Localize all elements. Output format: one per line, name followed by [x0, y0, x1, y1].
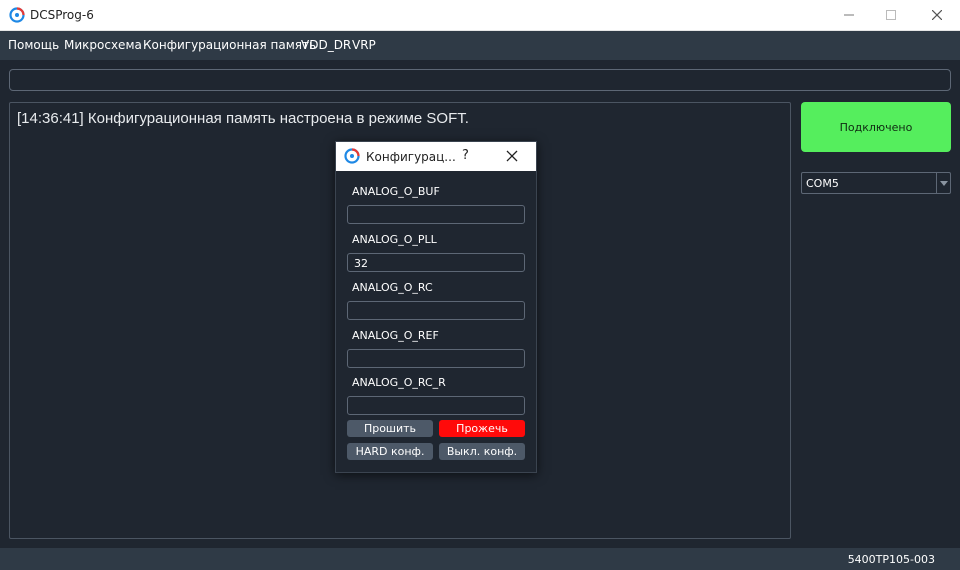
burn-button[interactable]: Прожечь: [439, 420, 525, 437]
field-label-analog-o-ref: ANALOG_O_REF: [352, 329, 439, 342]
path-input[interactable]: [9, 69, 951, 91]
chip-id-label: 5400ТР105-003: [847, 553, 935, 566]
menu-bar: Помощь Микросхема Конфигурационная памят…: [0, 31, 960, 60]
status-bar: 5400ТР105-003: [0, 548, 960, 570]
analog-o-ref-input[interactable]: [347, 349, 525, 368]
close-icon: [932, 10, 942, 20]
hard-config-button[interactable]: HARD конф.: [347, 443, 433, 460]
config-off-button[interactable]: Выкл. конф.: [439, 443, 525, 460]
app-logo-icon: [344, 148, 360, 164]
dialog-close-icon[interactable]: [504, 148, 520, 164]
minimize-icon: [844, 14, 854, 16]
config-dialog: Конфигурац... ? ANALOG_O_BUF ANALOG_O_PL…: [335, 141, 537, 473]
dialog-title: Конфигурац...: [366, 150, 456, 164]
flash-button[interactable]: Прошить: [347, 420, 433, 437]
analog-o-rc-r-input[interactable]: [347, 396, 525, 415]
field-label-analog-o-pll: ANALOG_O_PLL: [352, 233, 437, 246]
analog-o-rc-input[interactable]: [347, 301, 525, 320]
title-bar: DCSProg-6: [0, 0, 960, 31]
menu-item-help[interactable]: Помощь: [8, 38, 59, 52]
menu-item-chip[interactable]: Микросхема: [64, 38, 142, 52]
dropdown-arrow-icon[interactable]: [936, 173, 950, 193]
minimize-button[interactable]: [826, 0, 872, 30]
maximize-icon: [886, 10, 896, 20]
com-port-value: COM5: [806, 177, 839, 190]
field-label-analog-o-rc: ANALOG_O_RC: [352, 281, 433, 294]
maximize-button[interactable]: [868, 0, 914, 30]
analog-o-pll-input[interactable]: 32: [347, 253, 525, 272]
help-button[interactable]: ?: [462, 148, 469, 163]
com-port-select[interactable]: COM5: [801, 172, 951, 194]
app-logo-icon: [9, 7, 25, 23]
field-label-analog-o-buf: ANALOG_O_BUF: [352, 185, 440, 198]
menu-item-config-memory[interactable]: Конфигурационная память: [143, 38, 316, 52]
dialog-title-bar: Конфигурац... ?: [336, 142, 536, 171]
menu-item-vdd-dr[interactable]: VDD_DR: [301, 38, 351, 52]
field-label-analog-o-rc-r: ANALOG_O_RC_R: [352, 376, 446, 389]
close-window-button[interactable]: [914, 0, 960, 30]
window-title: DCSProg-6: [30, 8, 94, 22]
analog-o-buf-input[interactable]: [347, 205, 525, 224]
log-line: [14:36:41] Конфигурационная память настр…: [17, 110, 469, 127]
connection-status-button[interactable]: Подключено: [801, 102, 951, 152]
menu-item-vrp[interactable]: VRP: [352, 38, 376, 52]
